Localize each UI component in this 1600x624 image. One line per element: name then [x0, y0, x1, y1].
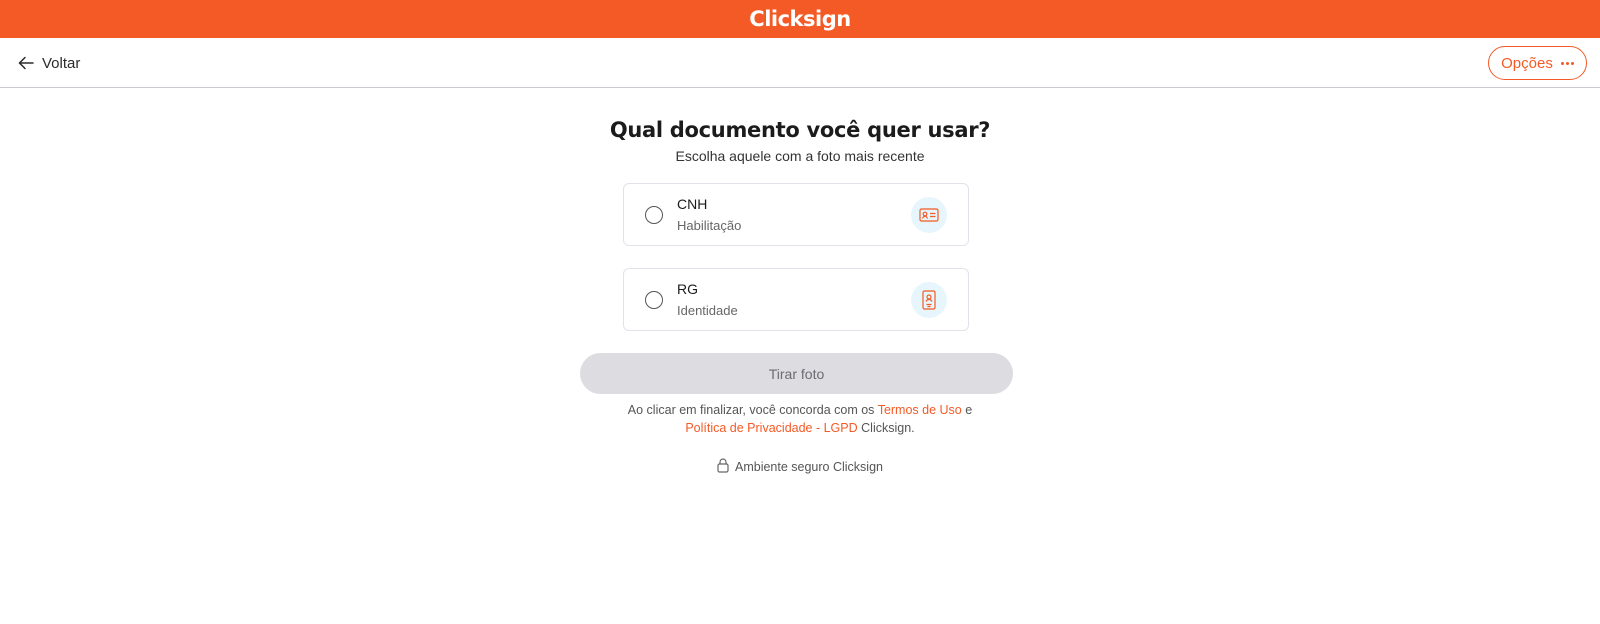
document-option-cnh[interactable]: CNH Habilitação [623, 183, 969, 246]
options-label: Opções [1501, 54, 1553, 72]
id-card-icon [911, 197, 947, 233]
terms-text: Ao clicar em finalizar, você concorda co… [0, 401, 1600, 437]
options-button[interactable]: Opções [1488, 46, 1587, 80]
take-photo-button[interactable]: Tirar foto [580, 353, 1013, 394]
radio-rg[interactable] [645, 291, 663, 309]
more-dots-icon [1560, 61, 1574, 65]
secure-label: Ambiente seguro Clicksign [735, 460, 883, 474]
option-title: RG [677, 281, 698, 297]
page-title: Qual documento você quer usar? [609, 118, 991, 142]
option-subtitle: Habilitação [677, 218, 742, 233]
page-subtitle: Escolha aquele com a foto mais recente [675, 148, 925, 164]
lock-icon [717, 458, 729, 476]
option-title: CNH [677, 196, 708, 212]
privacy-policy-link[interactable]: Política de Privacidade - LGPD [685, 421, 857, 435]
back-button[interactable]: Voltar [18, 51, 80, 75]
id-badge-icon [911, 282, 947, 318]
arrow-left-icon [18, 56, 34, 70]
terms-of-use-link[interactable]: Termos de Uso [878, 403, 962, 417]
option-subtitle: Identidade [677, 303, 738, 318]
secure-environment-note: Ambiente seguro Clicksign [0, 458, 1600, 476]
top-bar: Clicksign [0, 0, 1600, 38]
terms-suffix: Clicksign. [861, 421, 915, 435]
nav-bar: Voltar Opções [0, 38, 1600, 88]
document-option-rg[interactable]: RG Identidade [623, 268, 969, 331]
back-label: Voltar [42, 54, 81, 72]
radio-cnh[interactable] [645, 206, 663, 224]
terms-prefix: Ao clicar em finalizar, você concorda co… [627, 403, 875, 417]
terms-conjunction: e [965, 403, 973, 417]
brand-logo: Clicksign [749, 7, 851, 31]
